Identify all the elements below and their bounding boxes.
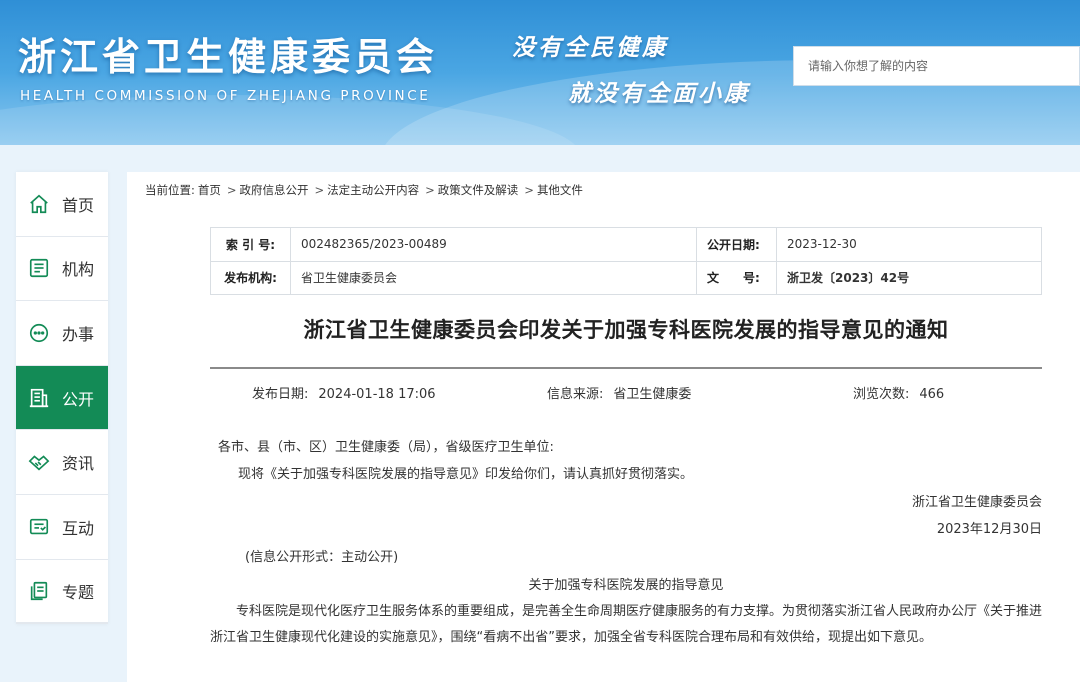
slogan-line-2: 就没有全面小康	[568, 80, 750, 107]
breadcrumb-link-policy[interactable]: 政策文件及解读	[438, 183, 519, 197]
building-icon	[28, 387, 50, 409]
pages-icon	[28, 580, 50, 602]
breadcrumb-separator: >	[226, 183, 237, 197]
source-meta: 信息来源: 省卫生健康委	[547, 383, 691, 402]
breadcrumb-link-gov-info[interactable]: 政府信息公开	[240, 183, 309, 197]
breadcrumb-separator: >	[314, 183, 325, 197]
signature: 浙江省卫生健康委员会	[911, 495, 1042, 510]
sidebar-item-news[interactable]: 资讯	[16, 430, 108, 495]
publish-date-meta-value: 2024-01-18 17:06	[318, 387, 436, 402]
attachment-title: 关于加强专科医院发展的指导意见	[528, 578, 724, 593]
document-title: 浙江省卫生健康委员会印发关于加强专科医院发展的指导意见的通知	[303, 318, 949, 342]
sign-date: 2023年12月30日	[936, 522, 1042, 537]
breadcrumb-prefix: 当前位置:	[145, 183, 195, 197]
sidebar-item-topics[interactable]: 专题	[16, 560, 108, 625]
publish-date-value: 2023-12-30	[776, 227, 1042, 262]
site-title[interactable]: 浙江省卫生健康委员会	[18, 26, 438, 81]
publish-date-label: 公开日期:	[696, 227, 777, 262]
index-number-label: 索 引 号:	[210, 227, 291, 262]
issuing-org-label: 发布机构:	[210, 260, 291, 295]
chat-icon	[28, 322, 50, 344]
index-number-value: 002482365/2023-00489	[290, 227, 697, 262]
header-banner: 浙江省卫生健康委员会 HEALTH COMMISSION OF ZHEJIANG…	[0, 0, 1080, 145]
table-row: 索 引 号: 002482365/2023-00489 公开日期: 2023-1…	[210, 227, 1042, 262]
views-meta-value: 466	[919, 387, 945, 402]
document-number-label: 文 号:	[696, 260, 777, 295]
sidebar-item-label: 专题	[62, 582, 95, 602]
slogan-line-1: 没有全民健康	[512, 34, 668, 61]
issuing-org-value: 省卫生健康委员会	[290, 260, 697, 295]
handshake-icon	[28, 451, 50, 473]
breadcrumb-separator: >	[524, 183, 534, 197]
publish-date-meta: 发布日期: 2024-01-18 17:06	[252, 383, 436, 402]
sidebar-item-label: 机构	[62, 260, 95, 280]
source-meta-value: 省卫生健康委	[613, 387, 692, 402]
sidebar-item-services[interactable]: 办事	[16, 301, 108, 366]
feedback-icon	[28, 516, 50, 538]
sidebar-item-label: 资讯	[62, 454, 95, 474]
body-paragraph: 专科医院是现代化医疗卫生服务体系的重要组成，是完善全生命周期医疗健康服务的有力支…	[210, 604, 1043, 645]
breadcrumb-link-other[interactable]: 其他文件	[537, 183, 583, 197]
table-row: 发布机构: 省卫生健康委员会 文 号: 浙卫发〔2023〕42号	[210, 260, 1042, 295]
salutation: 各市、县（市、区）卫生健康委（局），省级医疗卫生单位:	[218, 440, 554, 455]
title-divider	[210, 367, 1042, 369]
sidebar-item-label: 互动	[62, 518, 95, 538]
views-meta-label: 浏览次数:	[853, 387, 910, 402]
breadcrumb: 当前位置: 首页 > 政府信息公开 > 法定主动公开内容 > 政策文件及解读 > 其他文件	[145, 182, 586, 198]
sidebar-item-label: 办事	[62, 324, 95, 344]
disclosure-form: (信息公开形式：主动公开)	[245, 550, 399, 565]
publish-date-meta-label: 发布日期:	[252, 387, 309, 402]
sidebar-item-institutions[interactable]: 机构	[16, 237, 108, 302]
site-subtitle: HEALTH COMMISSION OF ZHEJIANG PROVINCE	[20, 88, 431, 104]
breadcrumb-link-statutory[interactable]: 法定主动公开内容	[327, 183, 419, 197]
sidebar-item-home[interactable]: 首页	[16, 172, 108, 237]
sidebar-item-disclosure[interactable]: 公开	[16, 365, 108, 431]
sidebar-nav: 首页 机构 办事 公开 资讯 互动 专题	[16, 172, 108, 625]
sidebar-item-interaction[interactable]: 互动	[16, 495, 108, 560]
views-meta: 浏览次数: 466	[853, 383, 944, 402]
source-meta-label: 信息来源:	[547, 387, 604, 402]
home-icon	[28, 193, 50, 215]
document-icon	[28, 257, 50, 279]
document-number-value: 浙卫发〔2023〕42号	[776, 260, 1042, 295]
breadcrumb-separator: >	[425, 183, 435, 197]
intro-paragraph: 现将《关于加强专科医院发展的指导意见》印发给你们，请认真抓好贯彻落实。	[238, 467, 694, 482]
search-input[interactable]	[793, 46, 1080, 86]
sidebar-item-label: 首页	[62, 195, 95, 215]
breadcrumb-link-home[interactable]: 首页	[198, 183, 221, 197]
sidebar-item-label: 公开	[62, 389, 95, 409]
document-info-table: 索 引 号: 002482365/2023-00489 公开日期: 2023-1…	[210, 227, 1042, 295]
